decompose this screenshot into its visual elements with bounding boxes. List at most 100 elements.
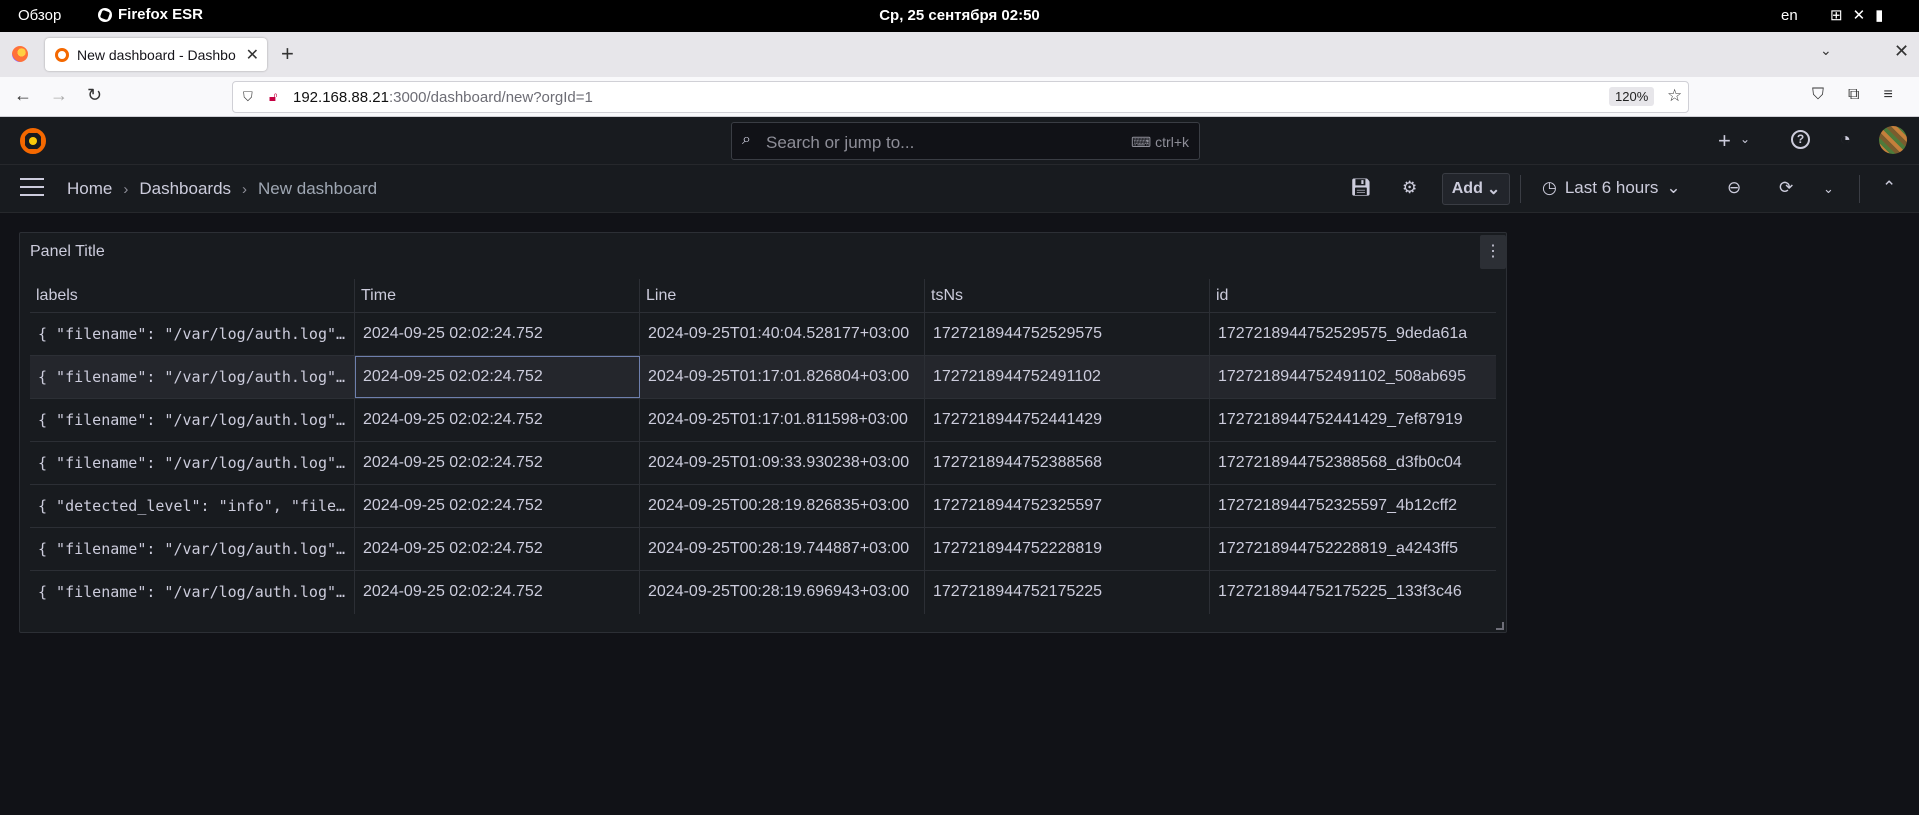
browser-tab-active[interactable]: New dashboard - Dashbo ✕ — [45, 38, 267, 71]
zoom-out-icon[interactable]: ⊖ — [1727, 178, 1741, 198]
help-icon[interactable]: ? — [1791, 130, 1810, 149]
forward-icon[interactable]: → — [50, 85, 68, 106]
cell-time[interactable]: 2024-09-25 02:02:24.752 — [355, 313, 640, 355]
table-panel: Panel Title ⋮ labels Time Line tsNs id {… — [19, 232, 1507, 633]
cell-tsns[interactable]: 1727218944752388568 — [925, 442, 1210, 484]
refresh-interval-chevron-icon[interactable]: ⌄ — [1823, 181, 1834, 197]
cell-time[interactable]: 2024-09-25 02:02:24.752 — [355, 399, 640, 441]
cell-labels[interactable]: { "filename": "/var/log/auth.log", "job"… — [30, 442, 355, 484]
panel-title[interactable]: Panel Title — [30, 243, 105, 261]
table-row[interactable]: { "filename": "/var/log/auth.log", "job"… — [30, 442, 1496, 485]
news-rss-icon[interactable]: ◔ — [1840, 129, 1851, 150]
refresh-icon[interactable]: ⟳ — [1779, 178, 1793, 198]
system-top-bar: Обзор Firefox ESR Ср, 25 сентября 02:50 … — [0, 0, 1919, 32]
panel-resize-handle[interactable] — [1496, 622, 1504, 630]
url-text[interactable]: 192.168.88.21:3000/dashboard/new?orgId=1 — [293, 89, 593, 106]
menu-icon[interactable]: ≡ — [1883, 86, 1892, 104]
cell-id[interactable]: 1727218944752228819_a4243ff5 — [1210, 528, 1496, 570]
search-placeholder: Search or jump to... — [766, 133, 915, 152]
cell-labels[interactable]: { "filename": "/var/log/auth.log", "job"… — [30, 571, 355, 614]
search-bar[interactable]: ⌕ Search or jump to... ⌨ ctrl+k — [731, 122, 1200, 160]
cell-id[interactable]: 1727218944752491102_508ab695 — [1210, 356, 1496, 398]
browser-nav-bar: ← → ↻ ⛉ 🔓︎ 192.168.88.21:3000/dashboard/… — [0, 77, 1919, 117]
breadcrumb-home[interactable]: Home — [67, 179, 112, 199]
battery-icon: ▮ — [1875, 7, 1884, 24]
close-tab-icon[interactable]: ✕ — [246, 45, 259, 65]
cell-time[interactable]: 2024-09-25 02:02:24.752 — [355, 485, 640, 527]
extensions-icon[interactable]: ⧉ — [1848, 86, 1859, 104]
settings-gear-icon[interactable]: ⚙ — [1402, 178, 1417, 198]
breadcrumb: Home › Dashboards › New dashboard — [67, 179, 377, 199]
panel-menu-kebab-icon[interactable]: ⋮ — [1480, 235, 1506, 269]
back-icon[interactable]: ← — [14, 85, 32, 106]
cell-tsns[interactable]: 1727218944752228819 — [925, 528, 1210, 570]
url-bar[interactable]: ⛉ 🔓︎ 192.168.88.21:3000/dashboard/new?or… — [232, 81, 1689, 113]
cell-labels[interactable]: { "filename": "/var/log/auth.log", "job"… — [30, 399, 355, 441]
cell-tsns[interactable]: 1727218944752441429 — [925, 399, 1210, 441]
cell-id[interactable]: 1727218944752325597_4b12cff2 — [1210, 485, 1496, 527]
cell-tsns[interactable]: 1727218944752529575 — [925, 313, 1210, 355]
column-header-tsns[interactable]: tsNs — [925, 279, 1210, 312]
bookmark-star-icon[interactable]: ☆ — [1667, 86, 1682, 106]
insecure-lock-icon[interactable]: 🔓︎ — [269, 89, 277, 105]
cell-id[interactable]: 1727218944752529575_9deda61a — [1210, 313, 1496, 355]
window-close-icon[interactable]: ✕ — [1894, 41, 1909, 62]
tracking-shield-icon[interactable]: ⛉ — [243, 89, 253, 105]
add-button[interactable]: Add ⌄ — [1442, 173, 1510, 205]
cell-time[interactable]: 2024-09-25 02:02:24.752 — [355, 356, 640, 398]
cell-time[interactable]: 2024-09-25 02:02:24.752 — [355, 442, 640, 484]
divider — [1859, 175, 1860, 203]
cell-labels[interactable]: { "filename": "/var/log/auth.log", "job"… — [30, 528, 355, 570]
app-menu[interactable]: Firefox ESR — [98, 6, 203, 23]
table-row[interactable]: { "filename": "/var/log/auth.log", "job"… — [30, 571, 1496, 614]
clock[interactable]: Ср, 25 сентября 02:50 — [0, 7, 1919, 24]
cell-labels[interactable]: { "filename": "/var/log/auth.log", "job"… — [30, 313, 355, 355]
activities-button[interactable]: Обзор — [18, 7, 61, 24]
cell-tsns[interactable]: 1727218944752175225 — [925, 571, 1210, 614]
user-avatar[interactable] — [1879, 126, 1907, 154]
cell-line[interactable]: 2024-09-25T00:28:19.826835+03:00 — [640, 485, 925, 527]
time-range-picker[interactable]: ◷ Last 6 hours ⌄ — [1542, 178, 1681, 198]
keyboard-layout-indicator[interactable]: en — [1781, 7, 1798, 24]
table-row[interactable]: { "filename": "/var/log/auth.log", "job"… — [30, 528, 1496, 571]
cell-id[interactable]: 1727218944752175225_133f3c46 — [1210, 571, 1496, 614]
firefox-view-icon[interactable] — [12, 46, 28, 62]
cell-labels[interactable]: { "detected_level": "info", "filename": … — [30, 485, 355, 527]
cell-line[interactable]: 2024-09-25T00:28:19.744887+03:00 — [640, 528, 925, 570]
cell-tsns[interactable]: 1727218944752325597 — [925, 485, 1210, 527]
column-header-id[interactable]: id — [1210, 279, 1496, 312]
table-row[interactable]: { "filename": "/var/log/auth.log", "job"… — [30, 356, 1496, 399]
cell-id[interactable]: 1727218944752388568_d3fb0c04 — [1210, 442, 1496, 484]
column-header-time[interactable]: Time — [355, 279, 640, 312]
zoom-indicator[interactable]: 120% — [1609, 87, 1655, 106]
cell-line[interactable]: 2024-09-25T01:40:04.528177+03:00 — [640, 313, 925, 355]
cell-labels[interactable]: { "filename": "/var/log/auth.log", "job"… — [30, 356, 355, 398]
table-row[interactable]: { "detected_level": "info", "filename": … — [30, 485, 1496, 528]
hamburger-menu-icon[interactable] — [20, 178, 44, 198]
cell-time[interactable]: 2024-09-25 02:02:24.752 — [355, 528, 640, 570]
pocket-icon[interactable]: ⛉ — [1812, 86, 1824, 104]
cell-line[interactable]: 2024-09-25T00:28:19.696943+03:00 — [640, 571, 925, 614]
cell-line[interactable]: 2024-09-25T01:09:33.930238+03:00 — [640, 442, 925, 484]
chevron-down-icon[interactable]: ⌄ — [1740, 132, 1750, 146]
cell-line[interactable]: 2024-09-25T01:17:01.811598+03:00 — [640, 399, 925, 441]
new-plus-icon[interactable]: + — [1718, 128, 1731, 154]
new-tab-icon[interactable]: + — [281, 41, 294, 67]
cell-time[interactable]: 2024-09-25 02:02:24.752 — [355, 571, 640, 614]
list-all-tabs-icon[interactable]: ⌄ — [1820, 42, 1832, 59]
table-row[interactable]: { "filename": "/var/log/auth.log", "job"… — [30, 313, 1496, 356]
save-dashboard-icon[interactable]: 💾︎ — [1350, 178, 1372, 198]
chevron-right-icon: › — [242, 180, 248, 198]
volume-muted-icon: ✕ — [1852, 7, 1866, 24]
column-header-labels[interactable]: labels — [30, 279, 355, 312]
cell-id[interactable]: 1727218944752441429_7ef87919 — [1210, 399, 1496, 441]
reload-icon[interactable]: ↻ — [87, 85, 102, 106]
system-tray[interactable]: ⊞ ✕ ▮ — [1830, 6, 1883, 24]
cell-line[interactable]: 2024-09-25T01:17:01.826804+03:00 — [640, 356, 925, 398]
table-row[interactable]: { "filename": "/var/log/auth.log", "job"… — [30, 399, 1496, 442]
grafana-logo-icon[interactable] — [18, 126, 48, 156]
cell-tsns[interactable]: 1727218944752491102 — [925, 356, 1210, 398]
breadcrumb-dashboards[interactable]: Dashboards — [139, 179, 231, 199]
column-header-line[interactable]: Line — [640, 279, 925, 312]
collapse-chevron-up-icon[interactable]: ⌃ — [1882, 178, 1896, 198]
